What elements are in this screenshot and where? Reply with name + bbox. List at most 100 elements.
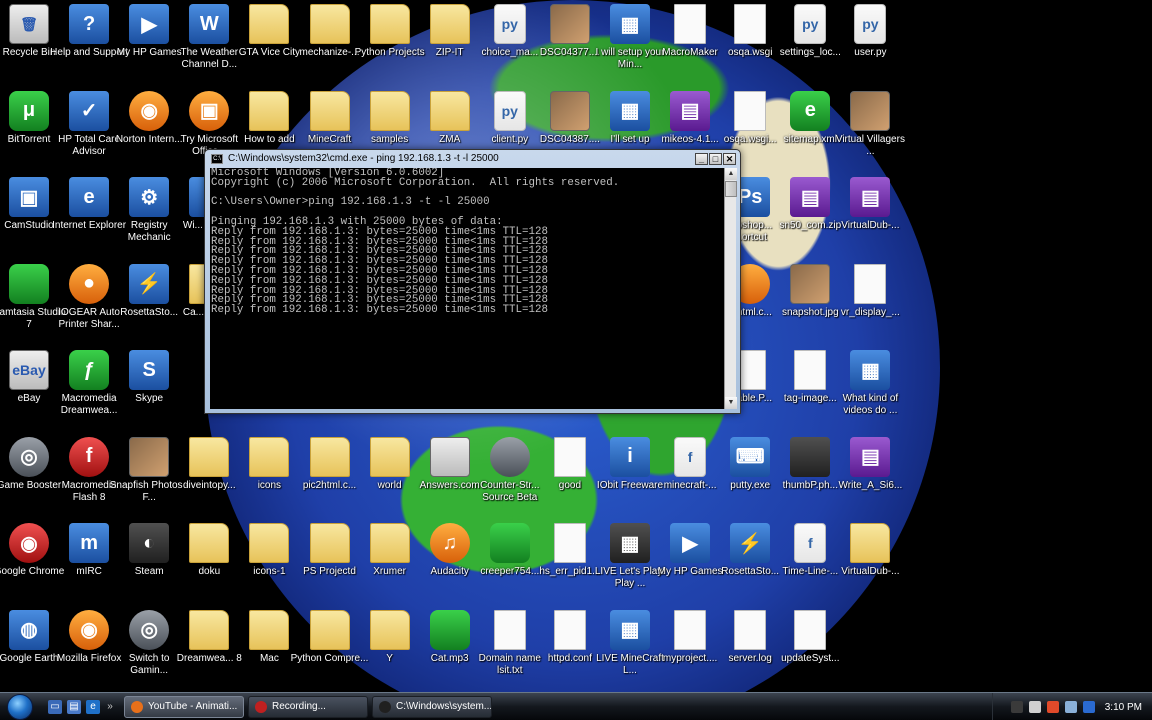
game-icon	[850, 90, 891, 131]
flash-file-icon: f	[794, 523, 827, 563]
desktop-icon[interactable]: S Skype	[109, 347, 189, 433]
desktop-icon-label: Virtual Villagers ...	[835, 133, 905, 157]
skype-icon: S	[129, 350, 170, 390]
recycle-bin-icon: 🗑	[9, 4, 49, 44]
desktop-icon[interactable]: VirtualDub-...	[830, 520, 910, 606]
camtasia-icon	[9, 263, 49, 304]
desktop-icon[interactable]: Virtual Villagers ...	[830, 88, 910, 174]
help-icon: ?	[69, 4, 110, 44]
ebay-icon: eBay	[9, 350, 49, 390]
archive-icon: ▤	[850, 436, 891, 477]
desktop-icon-label: VirtualDub-...	[841, 220, 900, 231]
network-icon[interactable]	[1028, 701, 1041, 713]
rosetta-icon: ⚡	[730, 523, 771, 563]
folder-icon	[309, 436, 350, 477]
flash-file-icon: f	[674, 436, 707, 477]
image-icon	[790, 263, 831, 304]
bluetooth-icon[interactable]	[1082, 701, 1095, 713]
internet-explorer-icon: e	[69, 177, 110, 217]
system-tray: 3:10 PM	[992, 693, 1152, 720]
desktop-icon[interactable]: ▤ VirtualDub-...	[830, 174, 910, 260]
taskbar-button[interactable]: Recording...	[248, 695, 368, 718]
folder-icon	[189, 523, 230, 563]
console-scrollbar[interactable]: ▲ ▼	[724, 168, 737, 409]
folder-icon	[369, 90, 410, 131]
desktop-icon-label: VirtualDub-...	[841, 566, 900, 577]
cmd-icon	[379, 700, 391, 713]
python-file-icon: py	[493, 90, 526, 131]
video-icon: ▦	[610, 523, 650, 563]
task-buttons: YouTube - Animati... Recording... C:\Windo…	[120, 695, 492, 718]
folder-icon	[429, 4, 470, 44]
python-file-icon: py	[794, 4, 827, 44]
scroll-thumb[interactable]	[725, 181, 737, 197]
minimize-button[interactable]: _	[695, 152, 708, 165]
answers-icon	[429, 436, 470, 477]
text-file-icon	[493, 609, 526, 650]
switch-gaming-icon: ◎	[129, 609, 170, 650]
creeper-icon	[489, 523, 530, 563]
file-icon	[553, 523, 586, 563]
file-icon	[794, 609, 827, 650]
putty-icon: ⌨	[730, 436, 771, 477]
video-icon: ▦	[610, 4, 650, 44]
folder-icon	[369, 523, 410, 563]
clock[interactable]: 3:10 PM	[1105, 702, 1142, 713]
show-desktop-icon[interactable]: ▭	[48, 699, 62, 714]
desktop: 🗑 Recycle Bin? Help and Support ▶ My HP Game…	[0, 0, 1152, 692]
image-icon	[790, 436, 831, 477]
camstudio-icon: ▣	[9, 177, 49, 217]
folder-icon	[309, 523, 350, 563]
desktop-icon-label: Skype	[135, 393, 164, 404]
quick-launch: ▭ ▤ e »	[48, 699, 120, 714]
close-button[interactable]: ✕	[723, 152, 736, 165]
file-icon	[553, 609, 586, 650]
desktop-icon[interactable]: vr_display_...	[830, 261, 910, 347]
folder-icon	[429, 90, 470, 131]
python-file-icon: py	[493, 4, 526, 44]
file-icon	[854, 263, 887, 304]
iogear-icon: ●	[69, 263, 110, 304]
console-line: C:\Users\Owner>ping 192.168.1.3 -t -l 25…	[211, 196, 490, 209]
norton-icon: ◉	[129, 90, 170, 131]
cmd-titlebar[interactable]: C:\ C:\Windows\system32\cmd.exe - ping 1…	[205, 150, 740, 167]
switch-windows-icon[interactable]: ▤	[67, 699, 81, 714]
tray-app-icon[interactable]	[1010, 701, 1023, 713]
file-icon	[734, 90, 767, 131]
xml-file-icon: e	[790, 90, 831, 131]
scroll-up-icon[interactable]: ▲	[725, 168, 737, 180]
desktop-icon[interactable]: ▦ What kind of videos do ...	[830, 347, 910, 433]
firefox-icon: ◉	[69, 609, 110, 650]
weather-channel-icon: W	[189, 4, 230, 44]
console-output[interactable]: Microsoft Windows [Version 6.0.6002] Copy…	[210, 168, 727, 409]
desktop-icon[interactable]: py user.py	[830, 1, 910, 87]
taskbar-button-label: YouTube - Animati...	[148, 701, 238, 712]
desktop-icon[interactable]: ▤ Write_A_Si6...	[830, 434, 910, 520]
chrome-icon: ◉	[9, 523, 49, 563]
taskbar-button-label: C:\Windows\system...	[396, 701, 492, 712]
folder-icon	[309, 4, 350, 44]
folder-icon	[249, 609, 290, 650]
counter-strike-icon	[489, 436, 530, 477]
more-chevron-icon[interactable]: »	[105, 700, 115, 714]
taskbar-button[interactable]: C:\Windows\system...	[372, 695, 492, 718]
file-icon	[674, 609, 707, 650]
steam-icon: ◐	[129, 523, 170, 563]
image-icon	[549, 4, 590, 44]
bittorrent-icon: μ	[9, 90, 49, 131]
archive-icon: ▤	[790, 177, 831, 217]
taskbar-button[interactable]: YouTube - Animati...	[124, 695, 244, 718]
desktop-icon[interactable]: updateSyst...	[770, 607, 850, 693]
archive-icon: ▤	[850, 177, 891, 217]
archive-icon: ▤	[670, 90, 711, 131]
flash-icon: f	[69, 436, 110, 477]
scroll-down-icon[interactable]: ▼	[725, 397, 737, 409]
maximize-button[interactable]: □	[709, 152, 722, 165]
volume-icon[interactable]	[1064, 701, 1077, 713]
folder-icon	[249, 523, 290, 563]
internet-explorer-icon[interactable]: e	[86, 699, 100, 714]
python-file-icon: py	[854, 4, 887, 44]
start-button[interactable]	[0, 693, 40, 720]
cmd-window[interactable]: C:\ C:\Windows\system32\cmd.exe - ping 1…	[204, 149, 741, 414]
security-icon[interactable]	[1046, 701, 1059, 713]
